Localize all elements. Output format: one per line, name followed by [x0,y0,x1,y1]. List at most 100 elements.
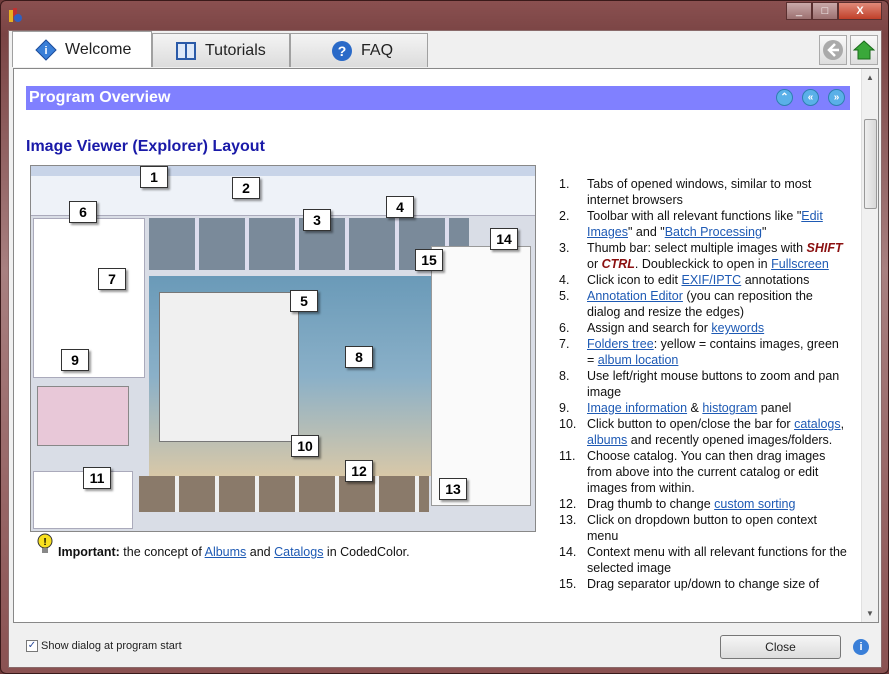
list-item: 1. Tabs of opened windows, similar to mos… [559,176,849,208]
scroll-down-icon[interactable]: ▼ [866,609,874,618]
catalogs-link[interactable]: Catalogs [274,545,323,559]
item-text: Click icon to edit [587,273,682,287]
item-text: Context menu with all relevant functions… [587,545,847,575]
item-number: 3. [559,241,570,255]
callout-15: 15 [415,249,443,271]
subtitle: Image Viewer (Explorer) Layout [26,138,265,155]
help-link[interactable]: catalogs [794,417,841,431]
callout-3: 3 [303,209,331,231]
client-area: i Welcome Tutorials ? FAQ Program Overvi… [8,30,882,668]
close-button[interactable]: Close [720,635,841,659]
item-number: 12. [559,497,577,511]
checkbox-label: Show dialog at program start [41,640,182,652]
scrollbar-thumb[interactable] [864,119,877,209]
item-text: or [587,257,602,271]
item-text: . Doubleckick to open in [634,257,772,271]
help-link[interactable]: albums [587,433,627,447]
list-item: 6. Assign and search for keywords [559,320,849,336]
checkbox-check-icon[interactable]: ✓ [26,640,38,652]
help-link[interactable]: EXIF/IPTC [681,273,741,287]
minimize-button[interactable]: _ [786,2,812,20]
item-text: " and " [628,225,665,239]
list-item: 3. Thumb bar: select multiple images with… [559,240,849,272]
important-note: ! Important: the concept of Albums and C… [37,533,410,559]
item-text: Click button to open/close the bar for [587,417,795,431]
list-item: 2. Toolbar with all relevant functions li… [559,208,849,240]
window-close-button[interactable]: X [838,2,882,20]
next-icon[interactable]: » [828,89,845,106]
list-item: 4. Click icon to edit EXIF/IPTC annotatio… [559,272,849,288]
item-number: 4. [559,273,570,287]
show-at-start-checkbox[interactable]: ✓ Show dialog at program start [26,640,182,652]
tab-welcome[interactable]: i Welcome [12,31,152,67]
help-link[interactable]: Batch Processing [665,225,762,239]
item-text: panel [757,401,792,415]
callout-2: 2 [232,177,260,199]
item-text: Thumb bar: select multiple images with [587,241,807,255]
item-text: , [840,417,845,431]
item-text: Use left/right mouse buttons to zoom and… [587,369,840,399]
callout-7: 7 [98,268,126,290]
back-arrow-icon [823,40,843,60]
back-button[interactable] [819,35,847,65]
item-number: 10. [559,417,577,431]
help-link[interactable]: custom sorting [714,497,795,511]
scroll-up-icon[interactable]: ▲ [866,73,874,82]
item-text: Drag thumb to change [587,497,715,511]
help-link[interactable]: Annotation Editor [587,289,683,303]
item-text: " [761,225,767,239]
item-text: Choose catalog. You can then drag images… [587,449,826,495]
item-number: 11. [559,449,576,463]
list-item: 13. Click on dropdown button to open cont… [559,512,849,544]
list-item: 9. Image information & histogram panel [559,400,849,416]
note-text: and [246,545,275,559]
top-icon[interactable]: ⌃ [776,89,793,106]
prev-icon[interactable]: « [802,89,819,106]
item-number: 9. [559,401,570,415]
callout-11: 11 [83,467,111,489]
item-text: SHIFT [806,241,843,255]
callout-5: 5 [290,290,318,312]
note-text: the concept of [119,545,205,559]
tab-tutorials[interactable]: Tutorials [152,33,290,67]
albums-link[interactable]: Albums [205,545,247,559]
item-number: 6. [559,321,570,335]
help-link[interactable]: keywords [711,321,764,335]
numbered-list: 1. Tabs of opened windows, similar to mos… [559,176,849,592]
item-text: Tabs of opened windows, similar to most … [587,177,812,207]
item-text: & [687,401,703,415]
home-icon [853,40,875,60]
vertical-scrollbar[interactable]: ▲ ▼ [861,69,878,622]
callout-9: 9 [61,349,89,371]
callout-12: 12 [345,460,373,482]
item-number: 7. [559,337,570,351]
tab-bar: i Welcome Tutorials ? FAQ [12,31,428,67]
item-text: Drag separator up/down to change size of [587,577,820,591]
question-icon: ? [332,40,352,61]
tab-label: FAQ [361,41,394,59]
item-text: Click on dropdown button to open context… [587,513,818,543]
tab-faq[interactable]: ? FAQ [290,33,428,67]
dialog-window: _ □ X i Welcome Tutorials ? FAQ Program … [0,0,889,674]
info-icon[interactable]: i [853,639,869,655]
help-link[interactable]: album location [598,353,679,367]
help-link[interactable]: Fullscreen [771,257,829,271]
callout-4: 4 [386,196,414,218]
list-item: 12. Drag thumb to change custom sorting [559,496,849,512]
help-link[interactable]: Folders tree [587,337,654,351]
item-number: 8. [559,369,570,383]
home-button[interactable] [850,35,878,65]
help-link[interactable]: Image information [587,401,687,415]
item-number: 2. [559,209,570,223]
maximize-button[interactable]: □ [812,2,838,20]
svg-text:!: ! [43,537,46,548]
item-number: 5. [559,289,570,303]
tab-label: Welcome [65,40,132,58]
item-text: CTRL [601,257,635,271]
callout-1: 1 [140,166,168,188]
callout-13: 13 [439,478,467,500]
list-item: 14. Context menu with all relevant functi… [559,544,849,576]
list-item: 5. Annotation Editor (you can reposition … [559,288,849,320]
help-link[interactable]: histogram [702,401,757,415]
list-item: 10. Click button to open/close the bar fo… [559,416,849,448]
